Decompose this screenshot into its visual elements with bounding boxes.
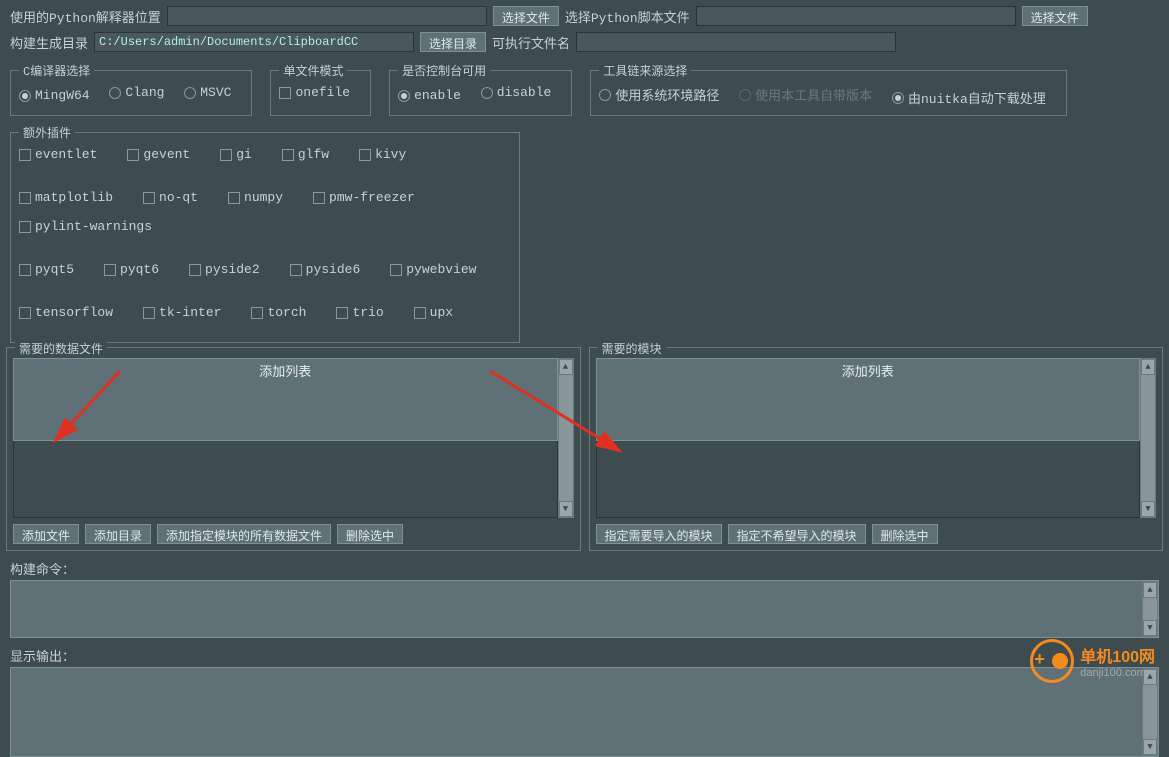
output-textarea[interactable]: ▲ ▼ <box>10 667 1159 757</box>
watermark: + 单机100网 danji100.com <box>1030 639 1155 683</box>
modules-panel: 需要的模块 添加列表 ▲ ▼ 指定需要导入的模块 指定不希望导入的模块 删除选中 <box>589 347 1164 551</box>
python-script-label: 选择Python脚本文件 <box>565 7 690 26</box>
radio-syspath[interactable]: 使用系统环境路径 <box>599 85 719 104</box>
check-onefile[interactable]: onefile <box>279 85 350 100</box>
scroll-down-icon[interactable]: ▼ <box>559 501 573 517</box>
delete-selected-button-1[interactable]: 删除选中 <box>337 524 403 544</box>
check-glfw[interactable]: glfw <box>282 147 329 162</box>
check-pyside2[interactable]: pyside2 <box>189 262 260 277</box>
check-pmw-freezer[interactable]: pmw-freezer <box>313 190 415 205</box>
check-matplotlib[interactable]: matplotlib <box>19 190 113 205</box>
plugins-fieldset: 额外插件 eventlet gevent gi glfw kivy matplotlib n… <box>10 124 520 343</box>
datafiles-panel: 需要的数据文件 添加列表 ▲ ▼ 添加文件 添加目录 添加指定模块的所有数据文件… <box>6 347 581 551</box>
output-label: 显示输出： <box>10 646 1159 665</box>
radio-msvc[interactable]: MSVC <box>184 85 231 100</box>
need-import-button[interactable]: 指定需要导入的模块 <box>596 524 722 544</box>
plugins-legend: 额外插件 <box>19 124 75 141</box>
singlefile-legend: 单文件模式 <box>279 62 347 79</box>
check-numpy[interactable]: numpy <box>228 190 283 205</box>
scroll-down-icon[interactable]: ▼ <box>1141 501 1155 517</box>
add-module-data-button[interactable]: 添加指定模块的所有数据文件 <box>157 524 331 544</box>
exe-name-input[interactable] <box>576 32 896 52</box>
check-pyside6[interactable]: pyside6 <box>290 262 361 277</box>
check-eventlet[interactable]: eventlet <box>19 147 97 162</box>
scroll-up-icon[interactable]: ▲ <box>559 359 573 375</box>
build-dir-label: 构建生成目录 <box>10 33 88 52</box>
check-pywebview[interactable]: pywebview <box>390 262 476 277</box>
add-dir-button[interactable]: 添加目录 <box>85 524 151 544</box>
check-no-qt[interactable]: no-qt <box>143 190 198 205</box>
compiler-fieldset: C编译器选择 MingW64 Clang MSVC <box>10 62 252 116</box>
check-tk-inter[interactable]: tk-inter <box>143 305 221 320</box>
build-dir-input[interactable] <box>94 32 414 52</box>
datafiles-list[interactable] <box>13 441 558 519</box>
delete-selected-button-2[interactable]: 删除选中 <box>872 524 938 544</box>
check-tensorflow[interactable]: tensorflow <box>19 305 113 320</box>
add-file-button[interactable]: 添加文件 <box>13 524 79 544</box>
check-gevent[interactable]: gevent <box>127 147 190 162</box>
scroll-down-icon[interactable]: ▼ <box>1143 739 1157 755</box>
radio-builtin: 使用本工具自带版本 <box>739 85 872 104</box>
datafiles-scrollbar[interactable]: ▲ ▼ <box>558 358 574 518</box>
watermark-url: danji100.com <box>1080 667 1155 679</box>
radio-nuitka-auto[interactable]: 由nuitka自动下载处理 <box>892 88 1046 107</box>
radio-clang[interactable]: Clang <box>109 85 164 100</box>
datafiles-legend: 需要的数据文件 <box>15 340 107 357</box>
scroll-up-icon[interactable]: ▲ <box>1141 359 1155 375</box>
not-import-button[interactable]: 指定不希望导入的模块 <box>728 524 866 544</box>
modules-header[interactable]: 添加列表 <box>596 358 1141 441</box>
watermark-logo-icon: + <box>1030 639 1074 683</box>
select-dir-button[interactable]: 选择目录 <box>420 32 486 52</box>
select-file-button-1[interactable]: 选择文件 <box>493 6 559 26</box>
console-fieldset: 是否控制台可用 enable disable <box>389 62 572 116</box>
toolchain-legend: 工具链来源选择 <box>599 62 691 79</box>
check-pyqt5[interactable]: pyqt5 <box>19 262 74 277</box>
scroll-up-icon[interactable]: ▲ <box>1143 582 1157 598</box>
radio-enable[interactable]: enable <box>398 88 461 103</box>
check-trio[interactable]: trio <box>336 305 383 320</box>
check-kivy[interactable]: kivy <box>359 147 406 162</box>
build-cmd-textarea[interactable]: ▲ ▼ <box>10 580 1159 638</box>
buildcmd-scrollbar[interactable]: ▲ ▼ <box>1142 581 1158 637</box>
build-cmd-label: 构建命令： <box>10 559 1159 578</box>
check-gi[interactable]: gi <box>220 147 252 162</box>
check-pyqt6[interactable]: pyqt6 <box>104 262 159 277</box>
radio-disable[interactable]: disable <box>481 85 552 100</box>
exe-name-label: 可执行文件名 <box>492 33 570 52</box>
datafiles-header[interactable]: 添加列表 <box>13 358 558 441</box>
check-upx[interactable]: upx <box>414 305 453 320</box>
modules-list[interactable] <box>596 441 1141 519</box>
python-script-input[interactable] <box>696 6 1016 26</box>
select-file-button-2[interactable]: 选择文件 <box>1022 6 1088 26</box>
singlefile-fieldset: 单文件模式 onefile <box>270 62 371 116</box>
modules-legend: 需要的模块 <box>598 340 666 357</box>
check-pylint-warnings[interactable]: pylint-warnings <box>19 219 152 234</box>
python-interp-input[interactable] <box>167 6 487 26</box>
check-torch[interactable]: torch <box>251 305 306 320</box>
scroll-down-icon[interactable]: ▼ <box>1143 620 1157 636</box>
compiler-legend: C编译器选择 <box>19 62 94 79</box>
watermark-title: 单机100网 <box>1080 643 1155 667</box>
modules-scrollbar[interactable]: ▲ ▼ <box>1140 358 1156 518</box>
radio-mingw64[interactable]: MingW64 <box>19 88 90 103</box>
toolchain-fieldset: 工具链来源选择 使用系统环境路径 使用本工具自带版本 由nuitka自动下载处理 <box>590 62 1066 116</box>
console-legend: 是否控制台可用 <box>398 62 490 79</box>
python-interp-label: 使用的Python解释器位置 <box>10 7 161 26</box>
